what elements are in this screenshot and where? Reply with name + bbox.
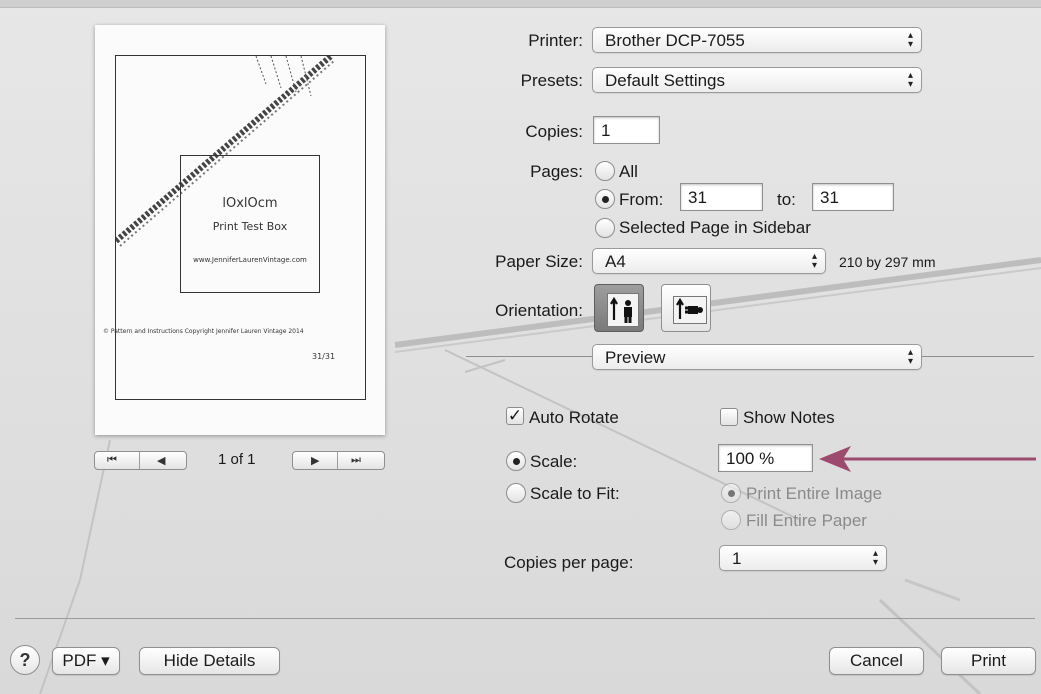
pages-from-field[interactable]: 31 (680, 183, 763, 211)
scale-to-fit-label: Scale to Fit: (530, 484, 620, 503)
presets-popup[interactable]: Default Settings ▴ ▾ (592, 67, 922, 93)
popup-arrows-icon: ▴ ▾ (811, 251, 817, 271)
printer-label: Printer: (528, 31, 583, 50)
landscape-person-icon (672, 296, 707, 324)
section-popup[interactable]: Preview ▴ ▾ (592, 344, 922, 370)
auto-rotate-checkbox[interactable]: ✓ (506, 407, 524, 425)
printer-value: Brother DCP-7055 (605, 31, 745, 50)
paper-size-value: A4 (605, 252, 626, 271)
popup-arrows-icon: ▴ ▾ (907, 70, 913, 90)
nav-separator (337, 452, 338, 469)
first-page-icon[interactable]: ⏮ (107, 454, 117, 467)
next-page-icon[interactable]: ▶ (311, 454, 319, 467)
auto-rotate-label: Auto Rotate (529, 408, 619, 427)
orientation-landscape-button[interactable] (661, 284, 711, 332)
copies-per-page-popup[interactable]: 1 ▴ ▾ (719, 545, 887, 571)
printer-popup[interactable]: Brother DCP-7055 ▴ ▾ (592, 27, 922, 53)
scale-label: Scale: (530, 452, 578, 471)
paper-size-label: Paper Size: (495, 252, 583, 271)
section-divider-right (921, 356, 1034, 357)
print-preview-page: lOxlOcm Print Test Box www.JenniferLaure… (95, 25, 385, 435)
test-box-subtitle: Print Test Box (212, 220, 288, 233)
pages-from-radio[interactable] (595, 189, 615, 209)
test-box-title: lOxlOcm (222, 196, 278, 211)
orientation-label: Orientation: (495, 301, 583, 320)
copies-field[interactable]: 1 (593, 116, 660, 144)
pages-all-label: All (619, 162, 638, 181)
copies-per-page-value: 1 (732, 549, 742, 568)
fill-entire-paper-label: Fill Entire Paper (746, 511, 867, 530)
pages-selected-radio[interactable] (595, 218, 615, 238)
scale-field[interactable]: 100 % (718, 444, 813, 472)
paper-size-popup[interactable]: A4 ▴ ▾ (592, 248, 826, 274)
nav-separator (139, 452, 140, 469)
page-number: 31/31 (312, 352, 336, 361)
show-notes-checkbox[interactable] (720, 408, 738, 426)
pages-label: Pages: (530, 162, 583, 181)
test-box: lOxlOcm Print Test Box www.JenniferLaure… (180, 155, 320, 293)
previous-page-icon[interactable]: ◀ (157, 454, 165, 467)
last-page-icon[interactable]: ⏭ (351, 454, 361, 467)
print-button[interactable]: Print (941, 647, 1036, 675)
print-entire-image-label: Print Entire Image (746, 484, 883, 503)
portrait-person-icon (606, 293, 639, 327)
hide-details-button[interactable]: Hide Details (139, 647, 280, 675)
pages-selected-label: Selected Page in Sidebar (619, 218, 811, 237)
page-copyright: © Pattern and Instructions Copyright Jen… (103, 328, 304, 335)
copies-per-page-label: Copies per page: (504, 553, 634, 572)
dialog-top-edge (0, 0, 1041, 8)
popup-arrows-icon: ▴ ▾ (907, 347, 913, 367)
test-box-url: www.JenniferLaurenVintage.com (193, 256, 307, 264)
paper-size-dimensions: 210 by 297 mm (839, 254, 936, 270)
annotation-arrow (819, 446, 1036, 472)
page-indicator: 1 of 1 (218, 451, 256, 468)
help-button[interactable]: ? (10, 645, 40, 675)
section-popup-value: Preview (605, 348, 666, 367)
print-entire-image-radio[interactable] (721, 483, 741, 503)
pages-to-field[interactable]: 31 (812, 183, 894, 211)
copies-label: Copies: (525, 122, 583, 141)
preview-nav-back-group: ⏮ ◀ (94, 451, 187, 470)
footer-divider (15, 618, 1035, 619)
pages-all-radio[interactable] (595, 161, 615, 181)
presets-label: Presets: (520, 71, 583, 90)
pages-to-label: to: (777, 190, 796, 209)
scale-radio[interactable] (506, 451, 526, 471)
preview-nav-forward-group: ▶ ⏭ (292, 451, 385, 470)
section-divider-left (466, 356, 592, 357)
pdf-menu-button[interactable]: PDF ▾ (52, 647, 120, 675)
fill-entire-paper-radio[interactable] (721, 510, 741, 530)
popup-arrows-icon: ▴ ▾ (907, 30, 913, 50)
show-notes-label: Show Notes (743, 408, 835, 427)
presets-value: Default Settings (605, 71, 726, 90)
pages-from-label: From: (619, 190, 664, 209)
orientation-portrait-button[interactable] (594, 284, 644, 332)
cancel-button[interactable]: Cancel (829, 647, 924, 675)
popup-arrows-icon: ▴ ▾ (872, 548, 878, 568)
scale-to-fit-radio[interactable] (506, 483, 526, 503)
